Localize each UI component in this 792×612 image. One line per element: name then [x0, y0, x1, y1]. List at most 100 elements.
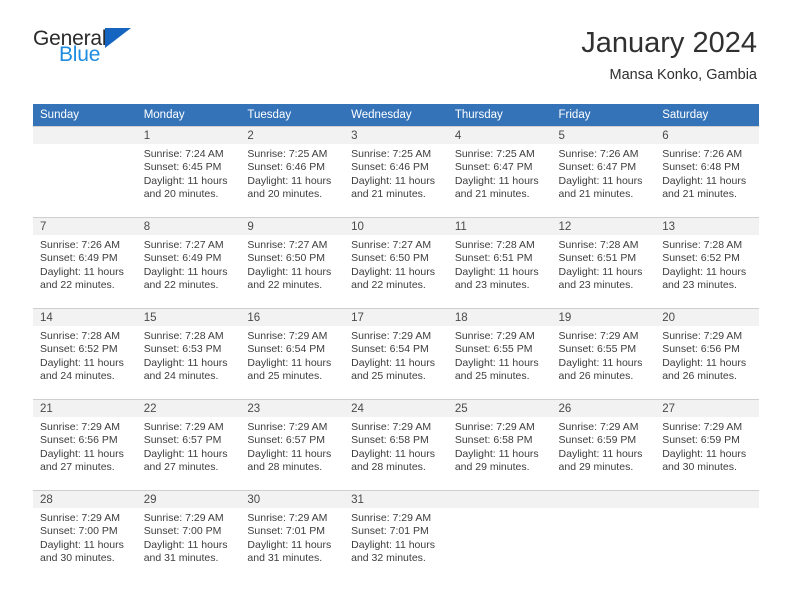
- general-blue-logo[interactable]: General Blue: [33, 28, 163, 76]
- calendar-day-cell[interactable]: 12 Sunrise: 7:28 AM Sunset: 6:51 PM Dayligh…: [551, 217, 656, 309]
- calendar-day-cell[interactable]: 7 Sunrise: 7:26 AM Sunset: 6:49 PM Daylight…: [33, 217, 137, 309]
- day-number: 5: [551, 127, 656, 144]
- sunrise-text: Sunrise: 7:27 AM: [351, 239, 432, 251]
- sunset-text: Sunset: 6:57 PM: [247, 434, 326, 447]
- calendar-body: 1 Sunrise: 7:24 AM Sunset: 6:45 PM Daylight…: [33, 126, 759, 581]
- daylight-text-line2: and 26 minutes.: [558, 369, 634, 382]
- triangle-icon: [105, 28, 132, 48]
- sunset-text: Sunset: 6:58 PM: [351, 434, 429, 447]
- daylight-text-line2: and 31 minutes.: [247, 551, 323, 564]
- calendar-day-cell[interactable]: 3 Sunrise: 7:25 AM Sunset: 6:46 PM Daylight…: [344, 126, 448, 218]
- calendar-day-cell[interactable]: 8 Sunrise: 7:27 AM Sunset: 6:49 PM Daylight…: [136, 217, 241, 309]
- calendar-day-cell[interactable]: 6 Sunrise: 7:26 AM Sunset: 6:48 PM Daylight…: [655, 126, 759, 218]
- calendar-day-cell[interactable]: 29 Sunrise: 7:29 AM Sunset: 7:00 PM Dayligh…: [136, 490, 241, 581]
- day-number: 2: [240, 127, 345, 144]
- calendar-day-cell[interactable]: 18 Sunrise: 7:29 AM Sunset: 6:55 PM Dayligh…: [447, 308, 552, 400]
- sunrise-text: Sunrise: 7:28 AM: [662, 239, 743, 251]
- daylight-text-line2: and 24 minutes.: [143, 369, 219, 382]
- daylight-text-line2: and 22 minutes.: [351, 278, 426, 291]
- calendar-day-cell[interactable]: 21 Sunrise: 7:29 AM Sunset: 6:56 PM Dayligh…: [33, 399, 137, 491]
- daylight-text-line1: Daylight: 11 hours: [143, 538, 228, 551]
- calendar-day-cell[interactable]: 10 Sunrise: 7:27 AM Sunset: 6:50 PM Dayligh…: [344, 217, 448, 309]
- day-details: Sunrise: 7:26 AM Sunset: 6:49 PM Daylight:…: [33, 235, 137, 292]
- calendar-week-row: 1 Sunrise: 7:24 AM Sunset: 6:45 PM Daylight…: [33, 126, 759, 218]
- day-number: 26: [551, 400, 656, 417]
- calendar-day-cell[interactable]: 4 Sunrise: 7:25 AM Sunset: 6:47 PM Daylight…: [447, 126, 552, 218]
- sunset-text: Sunset: 6:55 PM: [558, 343, 637, 356]
- calendar-day-cell[interactable]: 14 Sunrise: 7:28 AM Sunset: 6:52 PM Dayligh…: [33, 308, 137, 400]
- sunset-text: Sunset: 6:56 PM: [662, 343, 740, 356]
- sunset-text: Sunset: 6:54 PM: [247, 343, 326, 356]
- daylight-text-line1: Daylight: 11 hours: [247, 538, 332, 551]
- calendar-day-cell-empty: [551, 490, 656, 581]
- calendar-week-row: 21 Sunrise: 7:29 AM Sunset: 6:56 PM Dayligh…: [33, 399, 759, 491]
- daylight-text-line2: and 32 minutes.: [351, 551, 426, 564]
- sunset-text: Sunset: 6:48 PM: [662, 161, 740, 174]
- daylight-text-line1: Daylight: 11 hours: [351, 356, 435, 369]
- daylight-text-line2: and 30 minutes.: [662, 460, 737, 473]
- daylight-text-line1: Daylight: 11 hours: [247, 356, 332, 369]
- sunset-text: Sunset: 7:01 PM: [351, 525, 429, 538]
- page-title: January 2024: [581, 27, 757, 59]
- daylight-text-line1: Daylight: 11 hours: [662, 265, 747, 278]
- sunrise-text: Sunrise: 7:26 AM: [40, 239, 120, 251]
- calendar-day-cell[interactable]: 26 Sunrise: 7:29 AM Sunset: 6:59 PM Dayligh…: [551, 399, 656, 491]
- sunrise-text: Sunrise: 7:29 AM: [662, 330, 743, 342]
- calendar-day-cell[interactable]: 27 Sunrise: 7:29 AM Sunset: 6:59 PM Dayligh…: [655, 399, 759, 491]
- daylight-text-line1: Daylight: 11 hours: [351, 174, 435, 187]
- calendar-day-cell[interactable]: 17 Sunrise: 7:29 AM Sunset: 6:54 PM Dayligh…: [344, 308, 448, 400]
- calendar-day-cell[interactable]: 30 Sunrise: 7:29 AM Sunset: 7:01 PM Dayligh…: [240, 490, 345, 581]
- calendar-day-cell[interactable]: 24 Sunrise: 7:29 AM Sunset: 6:58 PM Dayligh…: [344, 399, 448, 491]
- daylight-text-line2: and 21 minutes.: [558, 187, 634, 200]
- day-number: 21: [33, 400, 137, 417]
- sunrise-text: Sunrise: 7:26 AM: [662, 148, 743, 160]
- day-details: Sunrise: 7:29 AM Sunset: 6:57 PM Daylight:…: [240, 417, 344, 474]
- calendar-day-cell[interactable]: 2 Sunrise: 7:25 AM Sunset: 6:46 PM Daylight…: [240, 126, 345, 218]
- calendar-day-cell[interactable]: 20 Sunrise: 7:29 AM Sunset: 6:56 PM Dayligh…: [655, 308, 759, 400]
- day-details: Sunrise: 7:29 AM Sunset: 6:55 PM Daylight:…: [552, 326, 656, 383]
- sunrise-text: Sunrise: 7:25 AM: [247, 148, 328, 160]
- calendar-day-cell[interactable]: 9 Sunrise: 7:27 AM Sunset: 6:50 PM Daylight…: [240, 217, 345, 309]
- sunrise-text: Sunrise: 7:25 AM: [351, 148, 432, 160]
- daylight-text-line1: Daylight: 11 hours: [40, 538, 124, 551]
- day-number: 19: [551, 309, 656, 326]
- sunrise-text: Sunrise: 7:29 AM: [558, 330, 639, 342]
- sunset-text: Sunset: 6:51 PM: [558, 252, 637, 265]
- daylight-text-line2: and 24 minutes.: [40, 369, 115, 382]
- day-details: Sunrise: 7:29 AM Sunset: 6:58 PM Daylight:…: [448, 417, 552, 474]
- calendar-day-cell[interactable]: 22 Sunrise: 7:29 AM Sunset: 6:57 PM Dayligh…: [136, 399, 241, 491]
- weekday-header-sunday: Sunday: [33, 104, 137, 127]
- calendar-day-cell[interactable]: 11 Sunrise: 7:28 AM Sunset: 6:51 PM Dayligh…: [447, 217, 552, 309]
- sunset-text: Sunset: 6:56 PM: [40, 434, 118, 447]
- calendar-day-cell[interactable]: 1 Sunrise: 7:24 AM Sunset: 6:45 PM Daylight…: [136, 126, 241, 218]
- day-details: Sunrise: 7:29 AM Sunset: 6:59 PM Daylight:…: [552, 417, 656, 474]
- sunset-text: Sunset: 6:52 PM: [40, 343, 118, 356]
- daylight-text-line1: Daylight: 11 hours: [247, 174, 332, 187]
- calendar-day-cell[interactable]: 28 Sunrise: 7:29 AM Sunset: 7:00 PM Dayligh…: [33, 490, 137, 581]
- calendar-day-cell[interactable]: 31 Sunrise: 7:29 AM Sunset: 7:01 PM Dayligh…: [344, 490, 448, 581]
- calendar-day-cell[interactable]: 16 Sunrise: 7:29 AM Sunset: 6:54 PM Dayligh…: [240, 308, 345, 400]
- daylight-text-line2: and 29 minutes.: [558, 460, 634, 473]
- day-number: 28: [33, 491, 137, 508]
- sunset-text: Sunset: 6:54 PM: [351, 343, 429, 356]
- daylight-text-line1: Daylight: 11 hours: [454, 447, 539, 460]
- daylight-text-line1: Daylight: 11 hours: [558, 174, 643, 187]
- daylight-text-line1: Daylight: 11 hours: [662, 447, 747, 460]
- day-number: 1: [136, 127, 241, 144]
- day-details: Sunrise: 7:29 AM Sunset: 6:56 PM Daylight:…: [33, 417, 137, 474]
- calendar-day-cell[interactable]: 5 Sunrise: 7:26 AM Sunset: 6:47 PM Daylight…: [551, 126, 656, 218]
- sunset-text: Sunset: 7:01 PM: [247, 525, 326, 538]
- day-number: 22: [136, 400, 241, 417]
- day-number: 20: [655, 309, 759, 326]
- calendar-day-cell[interactable]: 13 Sunrise: 7:28 AM Sunset: 6:52 PM Dayligh…: [655, 217, 759, 309]
- daylight-text-line2: and 22 minutes.: [247, 278, 323, 291]
- day-details: Sunrise: 7:25 AM Sunset: 6:46 PM Daylight:…: [240, 144, 344, 201]
- day-number: [655, 491, 759, 508]
- sunrise-text: Sunrise: 7:29 AM: [454, 421, 535, 433]
- calendar-day-cell[interactable]: 23 Sunrise: 7:29 AM Sunset: 6:57 PM Dayligh…: [240, 399, 345, 491]
- calendar-day-cell[interactable]: 25 Sunrise: 7:29 AM Sunset: 6:58 PM Dayligh…: [447, 399, 552, 491]
- sunset-text: Sunset: 6:49 PM: [40, 252, 118, 265]
- calendar-day-cell[interactable]: 15 Sunrise: 7:28 AM Sunset: 6:53 PM Dayligh…: [136, 308, 241, 400]
- sunset-text: Sunset: 6:50 PM: [351, 252, 429, 265]
- calendar-day-cell[interactable]: 19 Sunrise: 7:29 AM Sunset: 6:55 PM Dayligh…: [551, 308, 656, 400]
